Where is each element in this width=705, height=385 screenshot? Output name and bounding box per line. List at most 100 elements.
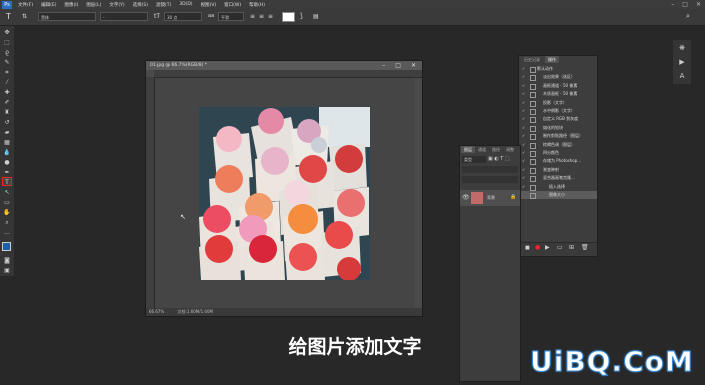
close-button[interactable]: ✕ bbox=[696, 0, 701, 9]
blend-mode-select[interactable] bbox=[462, 166, 518, 173]
dialog-toggle-icon[interactable] bbox=[530, 184, 536, 191]
foreground-color-swatch[interactable] bbox=[2, 242, 11, 251]
dialog-toggle-icon[interactable] bbox=[530, 151, 536, 157]
menu-image[interactable]: 图像(I) bbox=[60, 2, 82, 8]
checkmark-icon[interactable]: ✓ bbox=[522, 82, 525, 90]
new-action-icon[interactable]: ⊞ bbox=[569, 244, 574, 251]
checkmark-icon[interactable]: ✓ bbox=[522, 149, 525, 157]
quick-select-tool-icon[interactable]: ✎ bbox=[2, 58, 12, 67]
checkmark-icon[interactable]: ✓ bbox=[522, 90, 525, 98]
action-item[interactable]: ✓ 熔化的铅块 bbox=[519, 124, 597, 132]
menu-3d[interactable]: 3D(D) bbox=[175, 2, 196, 7]
checkmark-icon[interactable]: ✓ bbox=[522, 132, 525, 140]
character-panel-icon[interactable]: ▤ bbox=[313, 11, 319, 22]
character-panel-icon[interactable]: A bbox=[677, 71, 687, 81]
maximize-button[interactable]: □ bbox=[682, 0, 688, 9]
dialog-toggle-icon[interactable] bbox=[530, 134, 536, 141]
blur-tool-icon[interactable]: 💧 bbox=[2, 148, 12, 157]
healing-tool-icon[interactable]: ✚ bbox=[2, 88, 12, 97]
warp-text-icon[interactable]: ⟆ bbox=[300, 11, 303, 22]
dialog-toggle-icon[interactable] bbox=[530, 67, 536, 73]
eye-icon[interactable]: 👁 bbox=[462, 194, 470, 201]
zoom-tool-icon[interactable]: ⌕ bbox=[2, 218, 12, 227]
align-left-icon[interactable]: ≡ bbox=[250, 11, 255, 22]
stamp-tool-icon[interactable]: ♜ bbox=[2, 108, 12, 117]
move-tool-icon[interactable]: ✥ bbox=[2, 28, 12, 37]
action-item[interactable]: ✓ 制作剪贴路径（图层） bbox=[519, 132, 597, 141]
action-item[interactable]: ✓ 木质画框 - 50 像素 bbox=[519, 90, 597, 99]
pen-tool-icon[interactable]: ✒ bbox=[2, 168, 12, 177]
dialog-toggle-icon[interactable] bbox=[530, 167, 536, 174]
checkmark-icon[interactable]: ✓ bbox=[522, 174, 525, 182]
checkmark-icon[interactable]: ✓ bbox=[522, 183, 525, 191]
checkmark-icon[interactable]: ✓ bbox=[522, 73, 525, 81]
layer-row-background[interactable]: 👁 背景 🔒 bbox=[460, 190, 520, 206]
menu-window[interactable]: 窗口(W) bbox=[220, 2, 245, 8]
history-panel-icon[interactable]: ❋ bbox=[677, 43, 687, 53]
dialog-toggle-icon[interactable] bbox=[530, 109, 536, 115]
new-set-icon[interactable]: ▭ bbox=[557, 244, 563, 251]
text-color-swatch[interactable] bbox=[282, 12, 295, 22]
menu-filter[interactable]: 滤镜(T) bbox=[152, 2, 175, 8]
hand-tool-icon[interactable]: ✋ bbox=[2, 208, 12, 217]
tab-channels[interactable]: 通道 bbox=[475, 146, 489, 153]
tab-adjustments[interactable]: 调整 bbox=[503, 146, 517, 153]
checkmark-icon[interactable]: ✓ bbox=[522, 99, 525, 107]
play-icon[interactable]: ▶ bbox=[545, 244, 550, 251]
document-tab[interactable]: 01.jpg @ 66.7%(RGB/8) * – □ ✕ bbox=[146, 61, 422, 70]
flower-photo[interactable] bbox=[199, 107, 370, 280]
crop-tool-icon[interactable]: ⌗ bbox=[2, 68, 12, 77]
action-item[interactable]: ✓ 自定义 RGB 到灰度 bbox=[519, 115, 597, 124]
record-icon[interactable]: ● bbox=[535, 244, 540, 251]
checkmark-icon[interactable]: ✓ bbox=[522, 115, 525, 123]
dialog-toggle-icon[interactable] bbox=[530, 193, 536, 199]
type-tool-button[interactable]: T bbox=[2, 177, 12, 186]
tab-actions[interactable]: 操作 bbox=[545, 56, 559, 63]
align-center-icon[interactable]: ≡ bbox=[259, 11, 264, 22]
dialog-toggle-icon[interactable] bbox=[530, 75, 536, 82]
dodge-tool-icon[interactable]: ● bbox=[2, 158, 12, 167]
eyedropper-tool-icon[interactable]: ⁄ bbox=[2, 78, 12, 87]
action-item[interactable]: 图像大小 bbox=[519, 191, 597, 200]
gradient-tool-icon[interactable]: ▦ bbox=[2, 138, 12, 147]
align-right-icon[interactable]: ≡ bbox=[268, 11, 273, 22]
checkmark-icon[interactable]: ✓ bbox=[522, 166, 525, 174]
checkmark-icon[interactable]: ✓ bbox=[522, 107, 525, 115]
more-tools-icon[interactable]: … bbox=[2, 228, 12, 237]
dialog-toggle-icon[interactable] bbox=[530, 125, 536, 132]
action-item[interactable]: ✓ 插入选择 bbox=[519, 183, 597, 191]
action-item[interactable]: ✓ 四分颜色 bbox=[519, 149, 597, 157]
checkmark-icon[interactable]: ✓ bbox=[522, 65, 525, 73]
layer-filter-icons[interactable]: ▣ ◐ T ⬚ bbox=[488, 156, 518, 163]
dialog-toggle-icon[interactable] bbox=[530, 100, 536, 107]
quick-mask-icon[interactable]: ◙ bbox=[2, 256, 12, 265]
menu-layer[interactable]: 图层(L) bbox=[82, 2, 105, 8]
orientation-toggle-icon[interactable]: ⇅ bbox=[22, 11, 27, 22]
font-style-select[interactable]: - bbox=[100, 12, 148, 21]
marquee-tool-icon[interactable]: ⬚ bbox=[2, 38, 12, 47]
stop-icon[interactable]: ■ bbox=[525, 245, 530, 251]
checkmark-icon[interactable]: ✓ bbox=[522, 141, 525, 149]
dialog-toggle-icon[interactable] bbox=[530, 176, 536, 183]
action-item[interactable]: ✓ 渐变映射 bbox=[519, 166, 597, 174]
action-item[interactable]: ✓ 画框通道 - 50 像素 bbox=[519, 82, 597, 90]
doc-minimize-button[interactable]: – bbox=[382, 61, 385, 70]
tab-history[interactable]: 历史记录 bbox=[521, 56, 543, 63]
search-icon[interactable]: ⌕ bbox=[686, 11, 690, 22]
checkmark-icon[interactable]: ✓ bbox=[522, 124, 525, 132]
menu-edit[interactable]: 编辑(E) bbox=[37, 2, 60, 8]
action-item[interactable]: ✓ 淡出效果（选区） bbox=[519, 73, 597, 82]
shape-tool-icon[interactable]: ▭ bbox=[2, 198, 12, 207]
menu-view[interactable]: 视图(V) bbox=[197, 2, 221, 8]
action-item[interactable]: ✓ 棕褐色调（图层） bbox=[519, 141, 597, 149]
tab-layers[interactable]: 图层 bbox=[461, 146, 475, 153]
action-item[interactable]: ✓ 存储为 Photoshop... bbox=[519, 157, 597, 166]
delete-icon[interactable]: 🗑 bbox=[581, 244, 589, 251]
doc-maximize-button[interactable]: □ bbox=[395, 61, 401, 70]
lasso-tool-icon[interactable]: ϱ bbox=[2, 48, 12, 57]
antialias-select[interactable]: 平滑 bbox=[218, 12, 244, 21]
menu-type[interactable]: 文字(Y) bbox=[105, 2, 128, 8]
action-item[interactable]: ✓ 投影（文字） bbox=[519, 99, 597, 107]
font-size-select[interactable]: 30 点 bbox=[164, 12, 202, 21]
font-family-select[interactable]: 黑体 bbox=[38, 12, 96, 21]
